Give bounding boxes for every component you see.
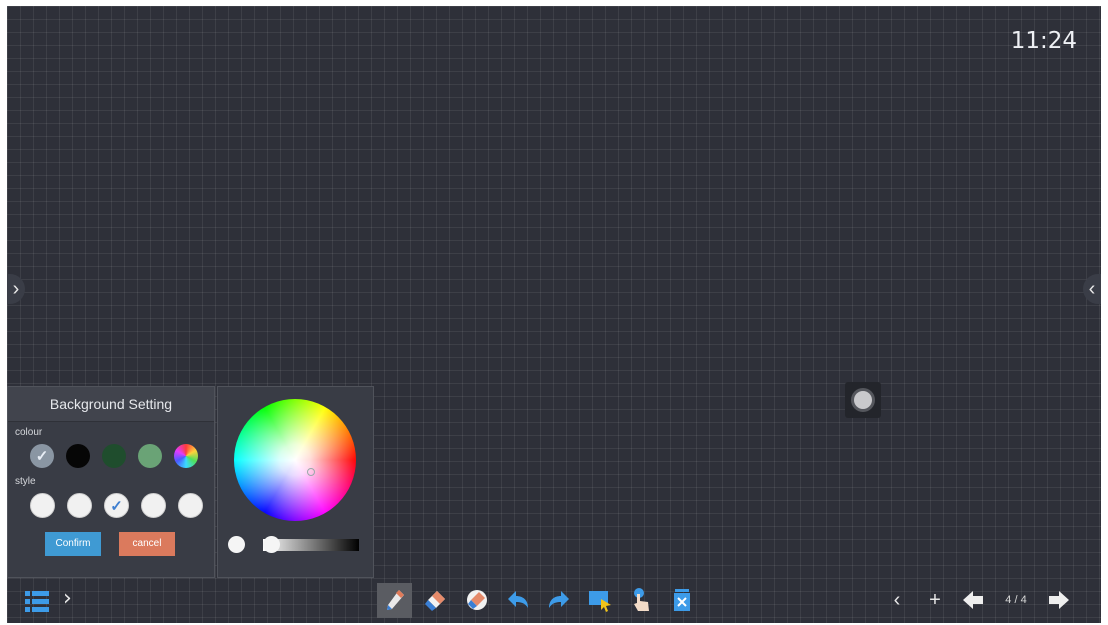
arrow-left-icon	[963, 591, 983, 609]
style-swatch-row: ✓	[30, 493, 214, 518]
chevron-right-icon: ›	[12, 278, 20, 300]
colour-swatch-custom[interactable]	[174, 444, 198, 468]
chevron-left-icon: ‹	[893, 588, 901, 611]
redo-icon	[548, 591, 569, 608]
arrow-right-icon	[1049, 591, 1069, 609]
next-page-button[interactable]	[1044, 583, 1074, 617]
left-side-panel-toggle[interactable]: ›	[7, 274, 25, 304]
clear-button[interactable]	[664, 583, 699, 618]
eraser-icon	[424, 591, 445, 611]
chevron-left-icon: ‹	[1088, 278, 1096, 300]
colour-wheel[interactable]	[234, 399, 356, 521]
drawing-tools	[377, 580, 699, 620]
select-tool-button[interactable]	[582, 583, 617, 618]
page-navigation: ‹ + 4 / 4	[882, 580, 1074, 620]
roam-tool-button[interactable]	[623, 583, 658, 618]
background-setting-panel: Background Setting colour ✓ style ✓ Conf…	[7, 386, 215, 578]
page-indicator: 4 / 4	[1005, 594, 1027, 606]
cancel-button[interactable]: cancel	[119, 532, 175, 556]
undo-icon	[507, 591, 528, 608]
whiteboard-canvas[interactable]: 11:24 › ‹ Background Setting colour ✓ st…	[7, 6, 1101, 623]
pen-tool-button[interactable]	[377, 582, 412, 618]
select-icon	[588, 591, 611, 612]
colour-picker-panel	[217, 386, 374, 578]
dialog-buttons: Confirm cancel	[45, 532, 214, 556]
colour-swatch-black[interactable]	[66, 444, 90, 468]
bottom-left-toolbar: ›	[7, 580, 369, 620]
brightness-preview-dot	[228, 536, 245, 553]
colour-swatch-row: ✓	[30, 444, 214, 468]
undo-button[interactable]	[500, 583, 535, 618]
style-label: style	[15, 476, 36, 487]
colour-swatch-grey-blue[interactable]: ✓	[30, 444, 54, 468]
eraser-tool-button[interactable]	[418, 583, 453, 618]
pen-cursor-indicator	[845, 382, 881, 418]
style-swatch-lines[interactable]	[67, 493, 92, 518]
check-icon: ✓	[35, 448, 49, 465]
colour-swatch-green[interactable]	[138, 444, 162, 468]
chevron-right-icon[interactable]: ›	[63, 586, 72, 611]
confirm-button[interactable]: Confirm	[45, 532, 101, 556]
area-eraser-icon	[466, 590, 487, 610]
style-swatch-dotted[interactable]	[141, 493, 166, 518]
area-eraser-tool-button[interactable]	[459, 583, 494, 618]
trash-icon	[673, 589, 690, 611]
hand-icon	[633, 588, 649, 611]
clock: 11:24	[1010, 28, 1077, 54]
colour-label: colour	[15, 427, 43, 438]
pen-icon	[386, 590, 404, 610]
style-swatch-staff[interactable]	[178, 493, 203, 518]
right-side-panel-toggle[interactable]: ‹	[1083, 274, 1101, 304]
redo-button[interactable]	[541, 583, 576, 618]
style-swatch-plain[interactable]	[30, 493, 55, 518]
colour-swatch-dark-green[interactable]	[102, 444, 126, 468]
plus-icon: +	[929, 588, 941, 611]
colour-wheel-marker[interactable]	[307, 468, 315, 476]
background-setting-title: Background Setting	[8, 387, 214, 422]
back-page-button[interactable]	[958, 583, 988, 617]
previous-page-button[interactable]: ‹	[882, 583, 912, 617]
style-swatch-grid[interactable]: ✓	[104, 493, 129, 518]
check-icon: ✓	[110, 497, 123, 515]
add-page-button[interactable]: +	[920, 583, 950, 617]
list-menu-icon[interactable]	[25, 591, 49, 612]
